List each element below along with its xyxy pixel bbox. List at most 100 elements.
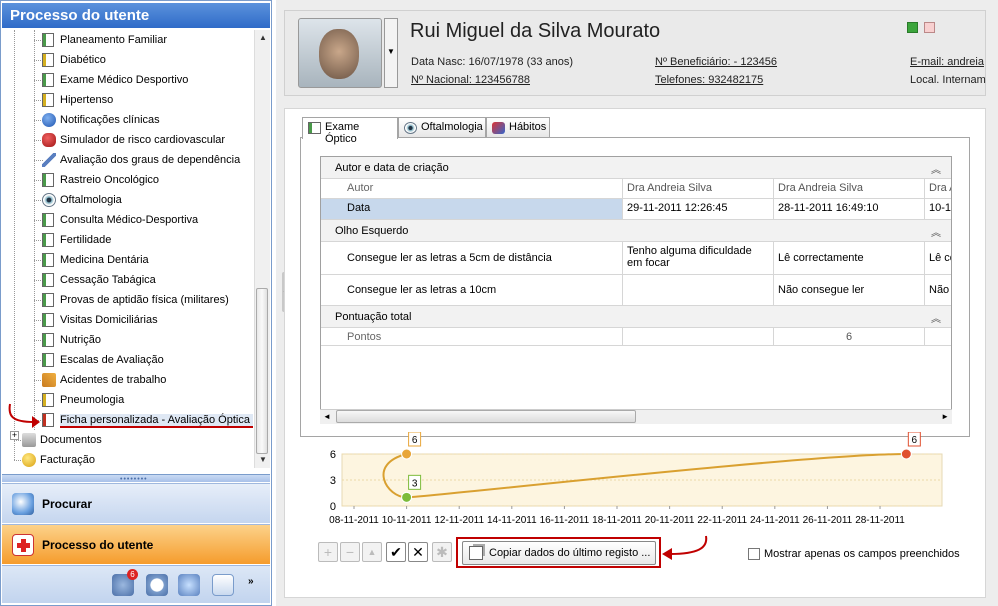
panel-splitter[interactable]: •••••••• <box>2 474 270 483</box>
tab-exame-optico[interactable]: Exame Óptico <box>302 117 398 145</box>
x-tick-label: 10-11-2011 <box>382 515 432 526</box>
tree-item[interactable]: Planeamento Familiar <box>2 30 254 50</box>
cell[interactable]: Não consegue ler <box>774 275 925 305</box>
tree-scroll-thumb[interactable] <box>256 288 268 454</box>
remove-icon[interactable]: − <box>340 542 360 562</box>
tree-item-label: Acidentes de trabalho <box>60 374 167 386</box>
scroll-up-icon[interactable]: ▲ <box>255 30 271 46</box>
cell[interactable]: Não c <box>925 275 951 305</box>
tree-item[interactable]: Nutrição <box>2 330 254 350</box>
tree-item-label: Consulta Médico-Desportiva <box>60 214 199 226</box>
scroll-right-icon[interactable]: ► <box>941 412 949 421</box>
tree-item[interactable]: Cessação Tabágica <box>2 270 254 290</box>
folder-icon: + <box>10 431 36 447</box>
section-header-left-eye[interactable]: Olho Esquerdo ︽ <box>321 220 951 242</box>
records-grid: Autor e data de criação ︽ Autor Dra Andre… <box>320 156 952 424</box>
tree-item[interactable]: Consulta Médico-Desportiva <box>2 210 254 230</box>
cell[interactable]: 29-11-2011 12:26:45 <box>623 199 774 219</box>
cell[interactable] <box>925 328 951 345</box>
tree-item[interactable]: Escalas de Avaliação <box>2 350 254 370</box>
expand-icon[interactable]: + <box>10 431 19 440</box>
tree-item-label: Escalas de Avaliação <box>60 354 164 366</box>
tree-item-label: Ficha personalizada - Avaliação Óptica <box>60 414 253 428</box>
cell[interactable]: 10-11 <box>925 199 951 219</box>
tree-item-label: Oftalmologia <box>60 194 122 206</box>
annotation-arrow <box>662 535 708 560</box>
clock-user-icon[interactable] <box>146 574 168 596</box>
data-point[interactable] <box>401 491 413 503</box>
tab-habitos[interactable]: Hábitos <box>486 117 550 138</box>
x-tick-label: 08-11-2011 <box>329 515 379 526</box>
tree-item[interactable]: Exame Médico Desportivo <box>2 70 254 90</box>
calendar-user-icon[interactable] <box>178 574 200 596</box>
copy-last-record-button[interactable]: Copiar dados do último registo ... <box>462 541 656 565</box>
x-axis-ticks: 08-11-2011 10-11-2011 12-11-2011 14-11-2011… <box>329 506 905 526</box>
scroll-left-icon[interactable]: ◄ <box>323 412 331 421</box>
nav-process-button[interactable]: Processo do utente <box>2 524 270 564</box>
add-icon[interactable]: + <box>318 542 338 562</box>
patient-photo[interactable] <box>298 18 382 88</box>
tree-item[interactable]: Diabético <box>2 50 254 70</box>
data-point[interactable] <box>401 448 413 460</box>
beneficiary-number[interactable]: Nº Beneficiário: - 123456 <box>655 56 777 68</box>
x-tick-label: 18-11-2011 <box>592 515 642 526</box>
cell[interactable]: 6 <box>774 328 925 345</box>
nav-search-button[interactable]: Procurar <box>2 483 270 523</box>
x-tick-label: 28-11-2011 <box>855 515 905 526</box>
internment-location: Local. Internam <box>910 74 986 86</box>
collapse-icon[interactable]: ︽ <box>931 310 941 325</box>
tree-item[interactable]: Avaliação dos graus de dependência <box>2 150 254 170</box>
cancel-x-icon[interactable]: ✕ <box>408 542 428 562</box>
tree-item-label: Visitas Domiciliárias <box>60 314 158 326</box>
national-number[interactable]: Nº Nacional: 123456788 <box>411 74 530 86</box>
cell[interactable]: Lê correctamente <box>774 242 925 274</box>
grid-scroll-thumb[interactable] <box>336 410 636 423</box>
tree-item[interactable]: Acidentes de trabalho <box>2 370 254 390</box>
cell[interactable]: 28-11-2011 16:49:10 <box>774 199 925 219</box>
document-icon <box>42 353 54 367</box>
tree-item[interactable]: Rastreio Oncológico <box>2 170 254 190</box>
data-label: 6 <box>412 435 418 446</box>
tree-item[interactable]: Notificações clínicas <box>2 110 254 130</box>
cell[interactable]: Dra Andreia Silva <box>623 179 774 198</box>
phone-numbers[interactable]: Telefones: 932482175 <box>655 74 763 86</box>
photo-dropdown-button[interactable]: ▼ <box>384 18 398 88</box>
move-up-icon[interactable]: ▲ <box>362 542 382 562</box>
annotation-arrow <box>8 403 40 428</box>
cell[interactable] <box>623 328 774 345</box>
row-label: Pontos <box>321 328 623 345</box>
settings-user-icon[interactable]: 6 <box>112 569 138 596</box>
y-tick-label: 6 <box>330 449 336 461</box>
filled-only-checkbox[interactable] <box>748 548 760 560</box>
star-icon[interactable]: ✱ <box>432 542 452 562</box>
tree-item[interactable]: Provas de aptidão física (militares) <box>2 290 254 310</box>
section-header-author[interactable]: Autor e data de criação ︽ <box>321 157 951 179</box>
section-header-score[interactable]: Pontuação total ︽ <box>321 306 951 328</box>
tree-item[interactable]: + Documentos <box>2 430 254 450</box>
card-user-icon[interactable] <box>212 574 234 596</box>
cell[interactable]: Dra A <box>925 179 951 198</box>
heart-icon <box>42 133 56 147</box>
tree-item[interactable]: Simulador de risco cardiovascular <box>2 130 254 150</box>
collapse-icon[interactable]: ︽ <box>931 161 941 176</box>
data-point[interactable] <box>900 448 912 460</box>
tree-item[interactable]: Hipertenso <box>2 90 254 110</box>
document-icon <box>42 253 54 267</box>
cell[interactable]: Tenho alguma dificuldade em focar <box>623 242 774 274</box>
tree-item[interactable]: Medicina Dentária <box>2 250 254 270</box>
tree-item[interactable]: Oftalmologia <box>2 190 254 210</box>
tree-item[interactable]: Visitas Domiciliárias <box>2 310 254 330</box>
tab-oftalmologia[interactable]: Oftalmologia <box>398 117 486 138</box>
cell[interactable] <box>623 275 774 305</box>
cell[interactable]: Lê co <box>925 242 951 274</box>
cell[interactable]: Dra Andreia Silva <box>774 179 925 198</box>
table-row: Pontos 6 <box>321 328 951 346</box>
tree-item[interactable]: Fertilidade <box>2 230 254 250</box>
tree-item[interactable]: Facturação <box>2 450 254 468</box>
scroll-down-icon[interactable]: ▼ <box>255 452 271 468</box>
email[interactable]: E-mail: andreia <box>910 56 986 68</box>
collapse-icon[interactable]: ︽ <box>931 224 941 239</box>
more-chevron-icon[interactable]: » <box>248 576 254 587</box>
document-icon <box>42 173 54 187</box>
confirm-check-icon[interactable]: ✔ <box>386 542 406 562</box>
